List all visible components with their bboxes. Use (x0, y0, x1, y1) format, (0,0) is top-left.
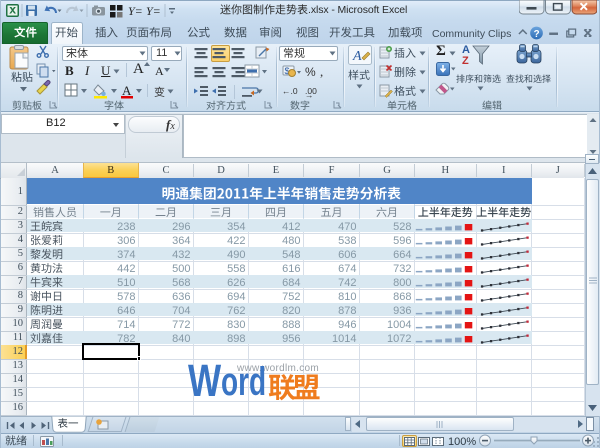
svg-text:%: % (305, 65, 316, 79)
svg-text:→: → (305, 90, 314, 99)
svg-text:Z: Z (462, 55, 469, 66)
svg-text:Y=: Y= (128, 4, 143, 18)
svg-text:?: ? (534, 29, 540, 40)
svg-text:,: , (320, 64, 323, 79)
svg-text:A: A (122, 83, 132, 98)
svg-text:Y=: Y= (146, 4, 161, 18)
svg-text:←.0: ←.0 (282, 86, 298, 96)
svg-text:A: A (352, 49, 362, 64)
